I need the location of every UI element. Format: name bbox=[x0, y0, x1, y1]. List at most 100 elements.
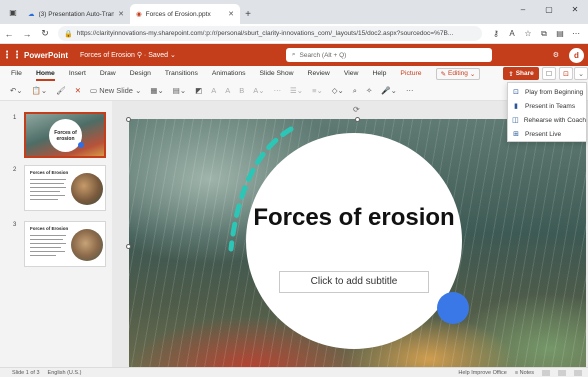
forward-icon[interactable]: → bbox=[18, 29, 36, 39]
tab-design[interactable]: Design bbox=[130, 66, 151, 81]
close-tab-icon[interactable]: ✕ bbox=[228, 10, 234, 18]
thumbnail-text-line bbox=[30, 251, 65, 252]
comments-button[interactable]: ☐ bbox=[542, 67, 556, 80]
address-bar[interactable]: 🔒 https://clarityinnovations-my.sharepoi… bbox=[58, 26, 482, 41]
more-icon[interactable]: ⋯ bbox=[274, 86, 282, 95]
more-options-icon[interactable]: ⋯ bbox=[406, 86, 414, 95]
slide-canvas[interactable]: Forces of erosion Click to add subtitle bbox=[129, 119, 586, 376]
refresh-icon[interactable]: ↻ bbox=[36, 28, 54, 39]
designer-icon[interactable]: ✧ bbox=[366, 86, 372, 95]
shapes-icon[interactable]: ◇⌄ bbox=[332, 86, 344, 95]
tab-transitions[interactable]: Transitions bbox=[165, 66, 198, 81]
font-size-decrease-icon[interactable]: A bbox=[225, 86, 230, 95]
browser-tab-strip: ▣ ☁ (3) Presentation Auto-Translatio ✕ ◉… bbox=[0, 0, 588, 24]
maximize-button[interactable]: ▢ bbox=[536, 2, 562, 18]
subtitle-placeholder[interactable]: Click to add subtitle bbox=[279, 271, 429, 293]
rotate-handle-icon[interactable]: ⟳ bbox=[353, 105, 360, 114]
document-name[interactable]: Forces of Erosion ⚲ · Saved ⌄ bbox=[80, 51, 176, 59]
blue-circle-shape[interactable] bbox=[437, 292, 469, 324]
present-icon: ⊡ bbox=[563, 70, 569, 78]
tab-draw[interactable]: Draw bbox=[100, 66, 116, 81]
tab-help[interactable]: Help bbox=[372, 66, 386, 81]
font-size-increase-icon[interactable]: A bbox=[211, 86, 216, 95]
thumbnail-image bbox=[71, 173, 103, 205]
resize-handle[interactable] bbox=[126, 117, 131, 122]
tab-slide-show[interactable]: Slide Show bbox=[260, 66, 294, 81]
language-status[interactable]: English (U.S.) bbox=[48, 370, 82, 376]
dashed-arc-shape[interactable] bbox=[219, 119, 339, 269]
sorter-view-icon[interactable] bbox=[558, 369, 566, 376]
align-icon[interactable]: ≡⌄ bbox=[312, 86, 323, 95]
share-button[interactable]: ⇪ Share bbox=[503, 67, 539, 80]
undo-icon[interactable]: ↶⌄ bbox=[10, 86, 23, 95]
search-box[interactable]: ⌕ Search (Alt + Q) bbox=[285, 48, 492, 62]
collections-icon[interactable]: ⧉ bbox=[536, 29, 552, 39]
slide-thumbnail-2[interactable]: Forces of Erosion bbox=[24, 165, 106, 211]
new-slide-button[interactable]: ▭ New Slide ⌄ bbox=[90, 86, 141, 95]
tab-insert[interactable]: Insert bbox=[69, 66, 86, 81]
close-window-button[interactable]: ✕ bbox=[562, 2, 588, 18]
editing-mode-button[interactable]: ✎ Editing ⌄ bbox=[435, 67, 481, 80]
thumbnail-text-line bbox=[30, 255, 56, 256]
resize-handle[interactable] bbox=[126, 244, 131, 249]
chevron-down-icon: ⌄ bbox=[469, 70, 476, 78]
present-options-button[interactable]: ⌄ bbox=[574, 67, 588, 80]
app-name[interactable]: PowerPoint bbox=[24, 51, 68, 60]
back-icon[interactable]: ← bbox=[0, 29, 18, 39]
pencil-icon: ✎ bbox=[440, 70, 447, 78]
slide-thumbnail-3[interactable]: Forces of Erosion bbox=[24, 221, 106, 267]
normal-view-icon[interactable] bbox=[542, 369, 550, 376]
slide-number: 2 bbox=[13, 167, 17, 173]
read-aloud-icon[interactable]: A bbox=[504, 29, 520, 39]
menu-item-present-live[interactable]: ⊞ Present Live bbox=[508, 127, 586, 141]
dictate-icon[interactable]: 🎤⌄ bbox=[381, 86, 397, 95]
section-icon[interactable]: ▤⌄ bbox=[173, 86, 186, 95]
app-launcher-icon[interactable]: ⋮⋮ bbox=[0, 50, 24, 61]
settings-icon[interactable]: ⚙ bbox=[553, 51, 559, 59]
bold-icon[interactable]: B bbox=[239, 86, 244, 95]
paste-icon[interactable]: 📋⌄ bbox=[32, 86, 48, 95]
avatar[interactable]: d bbox=[569, 47, 584, 63]
resize-handle[interactable] bbox=[355, 117, 360, 122]
powerpoint-icon: ◉ bbox=[136, 11, 142, 18]
lock-icon: 🔒 bbox=[64, 30, 73, 38]
tab-file[interactable]: File bbox=[11, 66, 22, 81]
browser-tab-inactive[interactable]: ☁ (3) Presentation Auto-Translatio ✕ bbox=[22, 4, 130, 24]
tab-picture[interactable]: Picture bbox=[400, 66, 421, 81]
reuse-slides-icon[interactable]: ◩ bbox=[195, 86, 202, 95]
new-slide-icon: ▭ bbox=[90, 86, 98, 95]
layout-icon[interactable]: ▦⌄ bbox=[150, 86, 163, 95]
menu-item-present-in-teams[interactable]: ▮ Present in Teams bbox=[508, 99, 586, 113]
slide-thumbnail-1[interactable]: Forces of erosion bbox=[24, 112, 106, 158]
browser-tab-active[interactable]: ◉ Forces of Erosion.pptx ✕ bbox=[130, 4, 240, 24]
tab-review[interactable]: Review bbox=[308, 66, 330, 81]
tab-actions-icon[interactable]: ▣ bbox=[4, 3, 22, 21]
status-right: Help Improve Office ≡ Notes bbox=[458, 369, 582, 376]
find-icon[interactable]: ⌕ bbox=[353, 86, 357, 96]
format-painter-icon[interactable]: 🖌 bbox=[56, 86, 66, 95]
thumbnail-text-line bbox=[30, 183, 64, 184]
menu-item-rehearse-with-coach[interactable]: ◫ Rehearse with Coach bbox=[508, 113, 586, 127]
notes-button[interactable]: ≡ Notes bbox=[515, 370, 534, 376]
tab-home[interactable]: Home bbox=[35, 66, 55, 81]
present-button[interactable]: ⊡ bbox=[559, 67, 573, 80]
close-tab-icon[interactable]: ✕ bbox=[118, 10, 124, 18]
thumbnail-text-line bbox=[30, 199, 58, 200]
reading-view-icon[interactable] bbox=[574, 369, 582, 376]
menu-item-play-from-beginning[interactable]: ⊡ Play from Beginning bbox=[508, 85, 586, 99]
font-color-icon[interactable]: A⌄ bbox=[253, 86, 264, 95]
key-icon[interactable]: ⚷ bbox=[488, 29, 504, 39]
tab-view[interactable]: View bbox=[344, 66, 359, 81]
extension-icon[interactable]: ▤ bbox=[552, 29, 568, 39]
thumbnail-title: Forces of Erosion bbox=[30, 226, 69, 231]
slide-title[interactable]: Forces of erosion bbox=[246, 203, 462, 232]
thumbnail-text-line bbox=[30, 195, 65, 196]
help-improve-link[interactable]: Help Improve Office bbox=[458, 370, 507, 376]
tab-animations[interactable]: Animations bbox=[212, 66, 246, 81]
favorite-icon[interactable]: ☆ bbox=[520, 29, 536, 39]
minimize-button[interactable]: – bbox=[510, 2, 536, 18]
bullets-icon[interactable]: ☰⌄ bbox=[290, 86, 303, 95]
new-tab-button[interactable]: + bbox=[240, 4, 256, 24]
more-icon[interactable]: ⋯ bbox=[568, 29, 584, 39]
delete-icon[interactable]: ✕ bbox=[75, 86, 81, 95]
